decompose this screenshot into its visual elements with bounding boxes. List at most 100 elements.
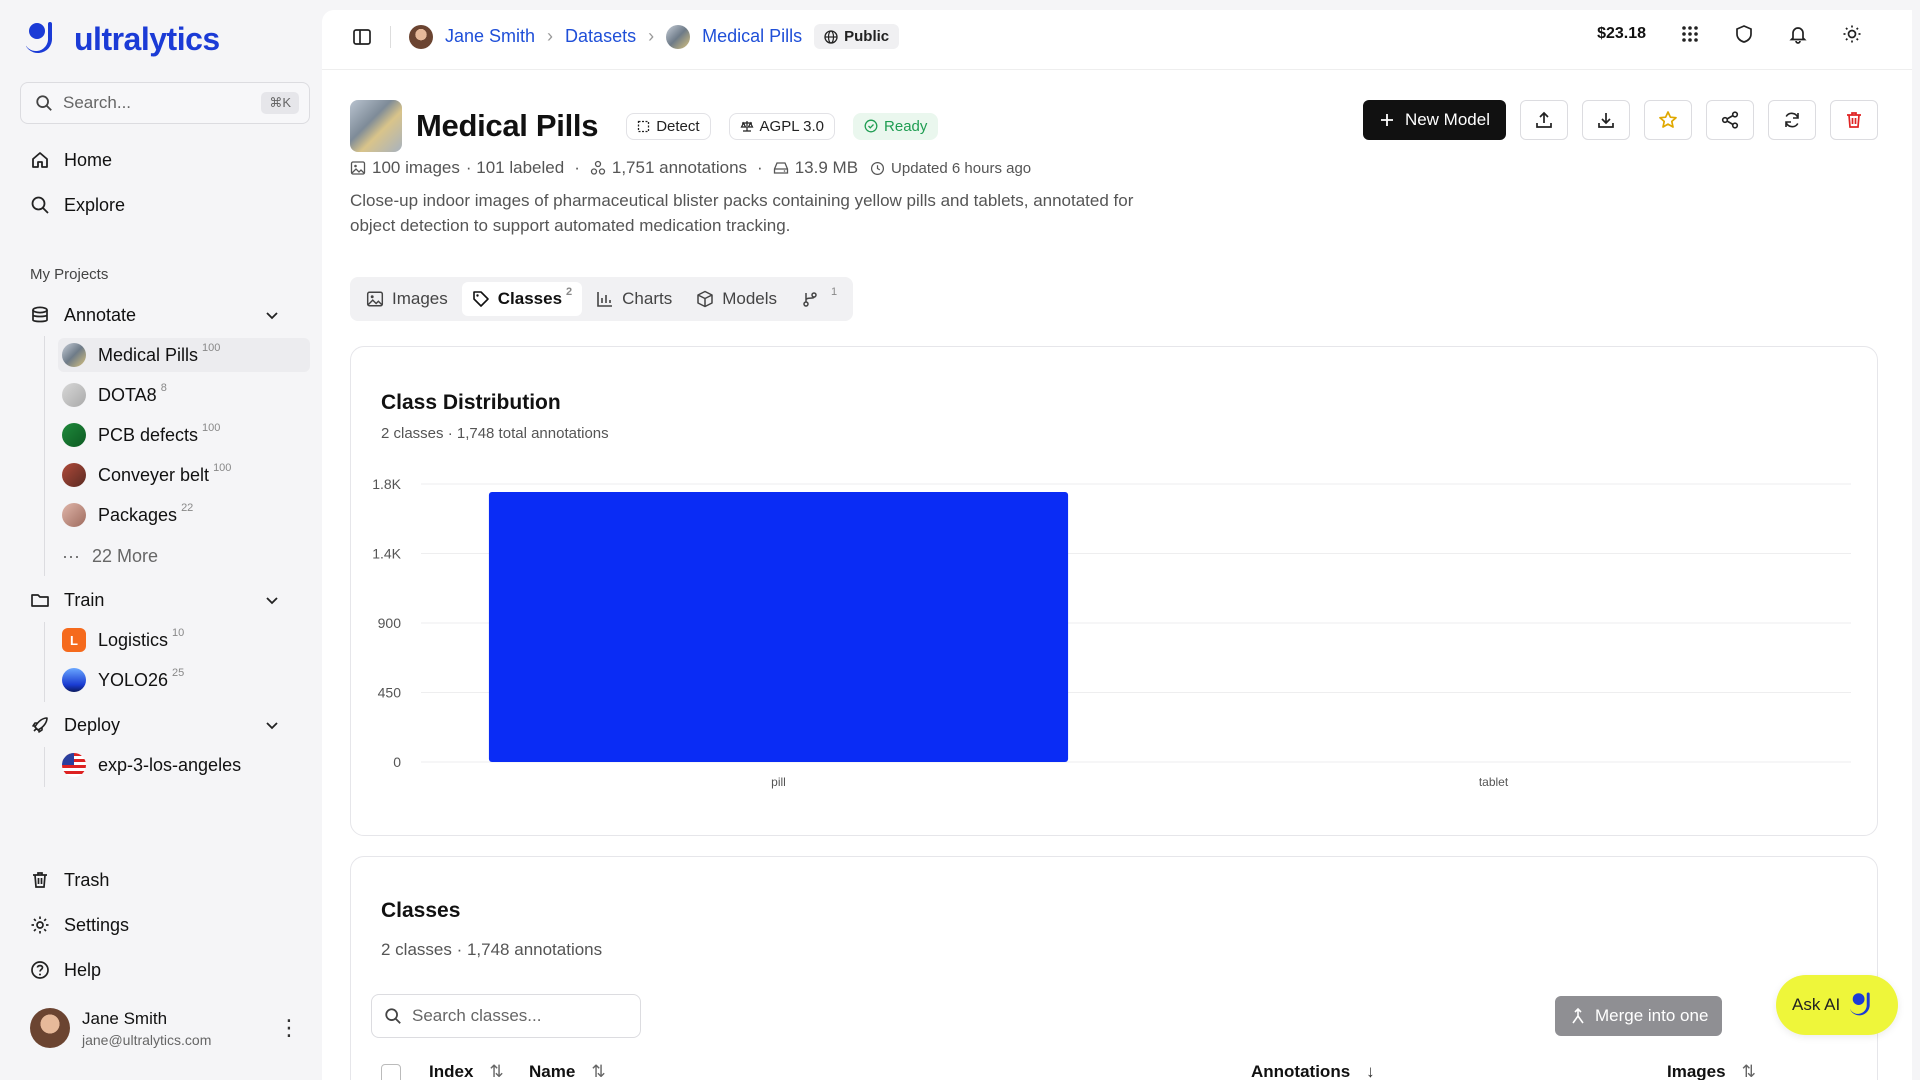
visibility-label: Public [844, 28, 890, 45]
delete-button[interactable] [1830, 100, 1878, 140]
y-tick-label: 1.8K [372, 476, 401, 492]
column-label: Name [529, 1062, 576, 1080]
breadcrumb-datasets[interactable]: Datasets [565, 26, 636, 47]
project-label: Packages [98, 504, 178, 525]
nav-home-label: Home [64, 149, 113, 170]
user-info: Jane Smith jane@ultralytics.com [82, 1009, 211, 1048]
bell-icon[interactable] [1788, 24, 1808, 44]
breadcrumb-avatar [409, 24, 433, 49]
bar-pill[interactable] [488, 492, 1069, 762]
tab-versions[interactable]: 1 [791, 282, 847, 316]
ask-ai-button[interactable]: Ask AI [1776, 975, 1899, 1035]
nav-settings[interactable]: Settings [30, 910, 129, 940]
tree-line [44, 336, 45, 576]
project-label: DOTA8 [98, 384, 157, 405]
project-logistics[interactable]: L Logistics 10 [58, 623, 310, 657]
breadcrumb-dataset[interactable]: Medical Pills [702, 26, 802, 47]
sidebar-toggle-icon[interactable] [352, 27, 372, 47]
gear-icon [31, 916, 49, 934]
user-profile[interactable]: Jane Smith jane@ultralytics.com ⋮ [30, 1008, 300, 1048]
project-count: 22 [181, 502, 194, 514]
column-label: Index [429, 1062, 474, 1080]
more-vertical-icon[interactable]: ⋮ [278, 1015, 300, 1041]
deployment-exp-3-los-angeles[interactable]: exp-3-los-angeles [58, 748, 310, 782]
nav-help[interactable]: Help [30, 955, 101, 985]
updated-time: Updated 6 hours ago [891, 159, 1032, 177]
classes-subtitle: 2 classes · 1,748 annotations [381, 940, 603, 959]
search-input[interactable]: Search... ⌘K [20, 82, 310, 124]
trash-icon [33, 872, 47, 888]
project-dota8[interactable]: DOTA8 8 [58, 378, 310, 412]
upload-button[interactable] [1520, 100, 1568, 140]
nav-trash[interactable]: Trash [30, 865, 109, 895]
project-count: 100 [202, 422, 221, 434]
chevron-down-icon[interactable] [264, 717, 280, 733]
deploy-group[interactable]: Deploy [30, 710, 280, 740]
search-placeholder: Search... [63, 93, 132, 112]
annotate-group[interactable]: Annotate [30, 300, 280, 330]
breadcrumb: Jane Smith › Datasets › Medical Pills Pu… [352, 24, 900, 49]
project-pcb-defects[interactable]: PCB defects 100 [58, 418, 310, 452]
share-button[interactable] [1706, 100, 1754, 140]
tab-label: Models [722, 289, 778, 308]
tab-count: 1 [831, 286, 838, 298]
nav-trash-label: Trash [64, 869, 110, 890]
tab-charts[interactable]: Charts [586, 282, 682, 316]
sort-icon: ⇅ [489, 1062, 504, 1080]
credit-balance[interactable]: $23.18 [1597, 25, 1646, 43]
chevron-down-icon[interactable] [264, 307, 280, 323]
train-group[interactable]: Train [30, 585, 280, 615]
chevron-down-icon[interactable] [264, 592, 280, 608]
project-yolo26[interactable]: YOLO26 25 [58, 663, 310, 697]
column-label: Images [1667, 1062, 1726, 1080]
project-initial-avatar: L [62, 628, 86, 652]
license-badge: AGPL 3.0 [728, 112, 836, 140]
shield-icon[interactable] [1734, 24, 1754, 44]
search-icon [385, 1008, 401, 1024]
tab-classes[interactable]: Classes 2 [461, 282, 583, 316]
y-tick-label: 450 [378, 685, 402, 701]
breadcrumb-user[interactable]: Jane Smith [445, 26, 535, 47]
nav-home[interactable]: Home [30, 145, 112, 175]
star-icon [1659, 111, 1677, 128]
clock-icon [871, 161, 885, 175]
tab-models[interactable]: Models [686, 282, 787, 316]
new-model-label: New Model [1404, 110, 1490, 129]
tab-images[interactable]: Images [356, 282, 458, 316]
nav-settings-label: Settings [64, 914, 130, 935]
select-all-checkbox[interactable] [381, 1064, 401, 1080]
refresh-button[interactable] [1768, 100, 1816, 140]
new-model-button[interactable]: New Model [1362, 100, 1506, 140]
bounding-box-icon [638, 120, 650, 132]
visibility-badge: Public [814, 24, 900, 49]
more-projects-link[interactable]: ··· 22 More [62, 541, 158, 571]
project-packages[interactable]: Packages 22 [58, 498, 310, 532]
merge-button[interactable]: Merge into one [1555, 996, 1723, 1036]
logo[interactable]: ultralytics [26, 20, 220, 58]
column-index[interactable]: Index ⇅ [429, 1062, 504, 1080]
column-annotations[interactable]: Annotations ↓ [1251, 1062, 1375, 1080]
chevron-right-icon: › [648, 26, 655, 46]
dataset-description: Close-up indoor images of pharmaceutical… [350, 191, 1134, 235]
column-images[interactable]: Images ⇅ [1667, 1062, 1756, 1080]
topbar-actions: $23.18 [1597, 24, 1862, 44]
separator-dot: · [574, 158, 580, 177]
nav-explore-label: Explore [64, 194, 126, 215]
star-button[interactable] [1644, 100, 1692, 140]
nav-explore[interactable]: Explore [30, 190, 125, 220]
download-button[interactable] [1582, 100, 1630, 140]
database-icon [32, 306, 48, 323]
hard-drive-icon [773, 162, 788, 174]
x-tick-label: pill [771, 775, 786, 789]
project-count: 10 [172, 627, 185, 639]
class-search-input[interactable]: Search classes... [371, 994, 641, 1038]
column-name[interactable]: Name ⇅ [529, 1062, 606, 1080]
project-conveyer-belt[interactable]: Conveyer belt 100 [58, 458, 310, 492]
y-tick-label: 900 [378, 615, 402, 631]
project-medical-pills[interactable]: Medical Pills 100 [58, 338, 310, 372]
git-branch-icon [803, 292, 817, 307]
sun-icon[interactable] [1842, 24, 1862, 44]
avatar [30, 1008, 70, 1048]
folder-icon [31, 594, 49, 607]
apps-grid-icon[interactable] [1680, 24, 1700, 44]
